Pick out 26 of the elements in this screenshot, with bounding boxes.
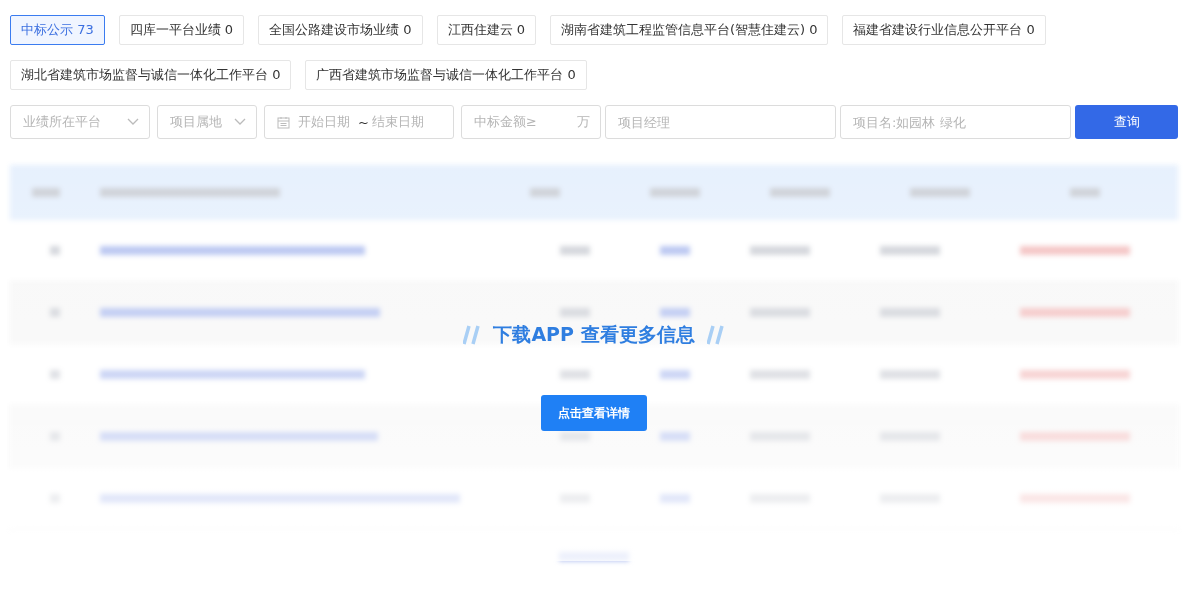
placeholder-text: 结束日期 <box>371 113 424 131</box>
filter-tab[interactable]: 广西省建筑市场监督与诚信一体化工作平台 0 <box>305 60 587 90</box>
text-field[interactable]: 项目经理 <box>605 105 836 139</box>
placeholder-text: 中标金额≥ <box>474 113 538 131</box>
placeholder-text: 业绩所在平台 <box>23 113 102 131</box>
placeholder-text: 项目属地 <box>170 113 223 131</box>
promo-title: 下载APP 查看更多信息 <box>493 322 695 347</box>
filter-tab[interactable]: 四库一平台业绩 0 <box>118 15 245 45</box>
slash-marks-icon <box>463 324 482 346</box>
placeholder-text: 开始日期 <box>298 113 350 131</box>
slash-marks-icon <box>706 324 725 346</box>
filter-tab[interactable]: 湖北省建筑市场监督与诚信一体化工作平台 0 <box>10 60 292 90</box>
filter-tab[interactable]: 福建省建设行业信息公开平台 0 <box>842 15 1046 45</box>
chevron-down-icon <box>127 118 139 126</box>
filter-tab[interactable]: 湖南省建筑工程监管信息平台(智慧住建云) 0 <box>549 15 829 45</box>
filter-tab[interactable]: 全国公路建设市场业绩 0 <box>258 15 423 45</box>
filter-tab[interactable]: 江西住建云 0 <box>436 15 536 45</box>
search-button[interactable]: 查询 <box>1075 105 1178 139</box>
range-separator: ~ <box>358 114 369 130</box>
unit-label: 万 <box>577 113 590 131</box>
view-details-button[interactable]: 点击查看详情 <box>541 395 647 431</box>
date-range-field[interactable]: 开始日期 ~ 结束日期 <box>264 105 454 139</box>
filter-tab[interactable]: 中标公示 73 <box>10 15 105 45</box>
calendar-icon <box>277 115 290 129</box>
text-field[interactable]: 项目名:如园林 绿化 <box>840 105 1071 139</box>
chevron-down-icon <box>234 118 246 126</box>
